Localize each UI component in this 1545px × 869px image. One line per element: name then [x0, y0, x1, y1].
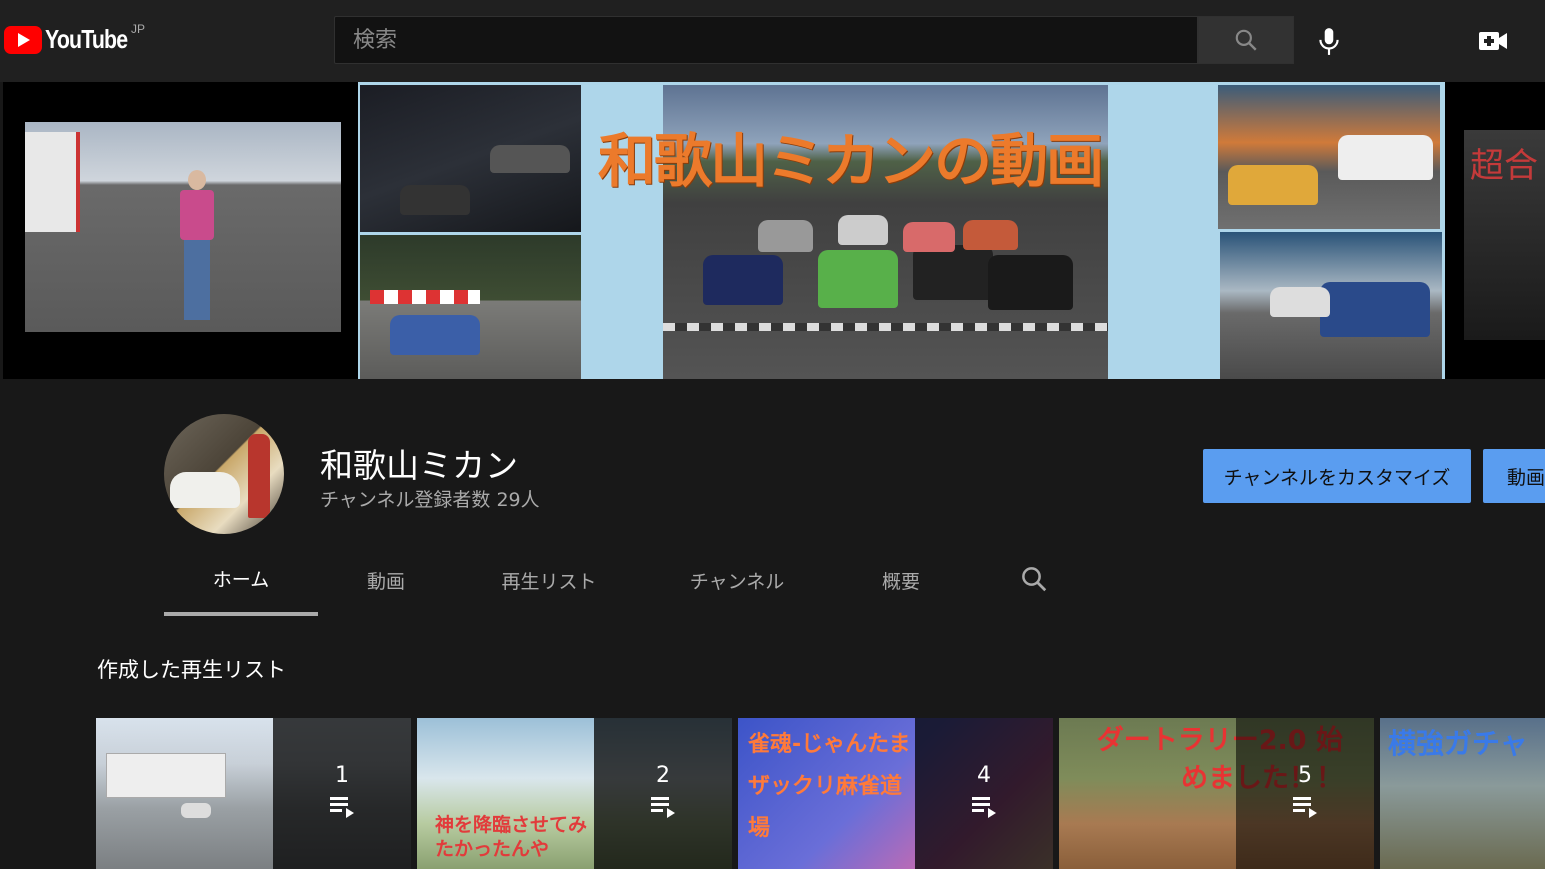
home-content: 作成した再生リスト 1 神を降臨させてみたかったんや 2 雀魂-じゃんたま ザッ… — [0, 616, 1545, 869]
channel-tabs: ホーム 動画 再生リスト チャンネル 概要 — [164, 544, 1047, 616]
playlist-video-count: 2 — [656, 763, 670, 788]
youtube-logo[interactable]: YouTube JP — [4, 22, 146, 55]
person-graphic — [180, 170, 214, 320]
banner-tile-cars-yellow-white — [1218, 85, 1440, 229]
search-box — [334, 16, 1198, 64]
masthead: YouTube JP — [0, 0, 1545, 82]
voice-search-button[interactable] — [1306, 18, 1352, 64]
create-button[interactable] — [1470, 18, 1516, 64]
playlist-icon — [1293, 797, 1317, 818]
mic-icon — [1319, 28, 1339, 55]
channel-search-button[interactable] — [1019, 564, 1051, 596]
subscriber-count: チャンネル登録者数 29人 — [320, 489, 540, 511]
banner-image-left — [25, 122, 341, 332]
tab-playlists[interactable]: 再生リスト — [454, 544, 644, 616]
banner-image-right: 超合 — [1464, 130, 1545, 340]
playlist-thumbnail: 横強ガチャ — [1380, 718, 1545, 869]
playlist-card[interactable]: 雀魂-じゃんたま ザックリ麻雀道場 4 — [738, 718, 1053, 869]
playlist-overlay: 5 — [1236, 718, 1374, 869]
playlist-icon — [972, 797, 996, 818]
playlist-overlay: 4 — [915, 718, 1053, 869]
banner-tile-racetrack — [360, 235, 581, 379]
avatar-person-graphic — [248, 434, 270, 518]
logo-text: YouTube — [45, 24, 128, 54]
channel-avatar[interactable] — [164, 414, 284, 534]
playlist-overlay: 1 — [273, 718, 411, 869]
playlist-video-count: 5 — [1298, 763, 1312, 788]
tab-about[interactable]: 概要 — [830, 544, 972, 616]
tab-home[interactable]: ホーム — [164, 544, 318, 616]
search-icon — [1022, 567, 1047, 592]
playlist-card[interactable]: 横強ガチャ — [1380, 718, 1545, 869]
tab-channels[interactable]: チャンネル — [644, 544, 830, 616]
banner-right-text: 超合 — [1470, 146, 1538, 186]
playlist-card[interactable]: ダートラリー2.0 始めました！！ 5 — [1059, 718, 1374, 869]
manage-videos-button[interactable]: 動画 — [1483, 449, 1545, 503]
playlist-thumbnail-text: 雀魂-じゃんたま ザックリ麻雀道場 — [748, 732, 911, 841]
tab-videos[interactable]: 動画 — [318, 544, 454, 616]
banner-tile-night-city — [360, 85, 581, 232]
customize-channel-button[interactable]: チャンネルをカスタマイズ — [1203, 449, 1471, 503]
playlist-video-count: 1 — [335, 763, 349, 788]
avatar-car-graphic — [170, 472, 240, 508]
channel-banner: 和歌山ミカンの動画 超合 — [3, 82, 1545, 379]
banner-image-main: 和歌山ミカンの動画 — [358, 82, 1445, 379]
search-button[interactable] — [1198, 16, 1294, 64]
search-icon — [1235, 29, 1257, 51]
playlist-icon — [651, 797, 675, 818]
banner-tile-blue-car — [1220, 232, 1442, 379]
youtube-play-icon — [4, 25, 42, 54]
banner-title: 和歌山ミカンの動画 — [598, 127, 1104, 195]
playlist-video-count: 4 — [977, 763, 991, 788]
playlist-thumbnail-text: 神を降臨させてみたかったんや — [435, 814, 588, 860]
section-title: 作成した再生リスト — [97, 658, 286, 682]
create-video-icon — [1479, 32, 1507, 50]
playlist-card[interactable]: 神を降臨させてみたかったんや 2 — [417, 718, 732, 869]
playlist-card[interactable]: 1 — [96, 718, 411, 869]
playlist-thumbnail-text: 横強ガチャ — [1388, 727, 1528, 760]
channel-header: 和歌山ミカン チャンネル登録者数 29人 チャンネルをカスタマイズ 動画 ホーム… — [0, 379, 1545, 616]
search-input[interactable] — [335, 17, 1197, 63]
playlist-icon — [330, 797, 354, 818]
playlist-overlay: 2 — [594, 718, 732, 869]
ambulance-graphic — [25, 132, 80, 232]
channel-name: 和歌山ミカン — [320, 446, 518, 485]
country-code: JP — [131, 22, 146, 36]
